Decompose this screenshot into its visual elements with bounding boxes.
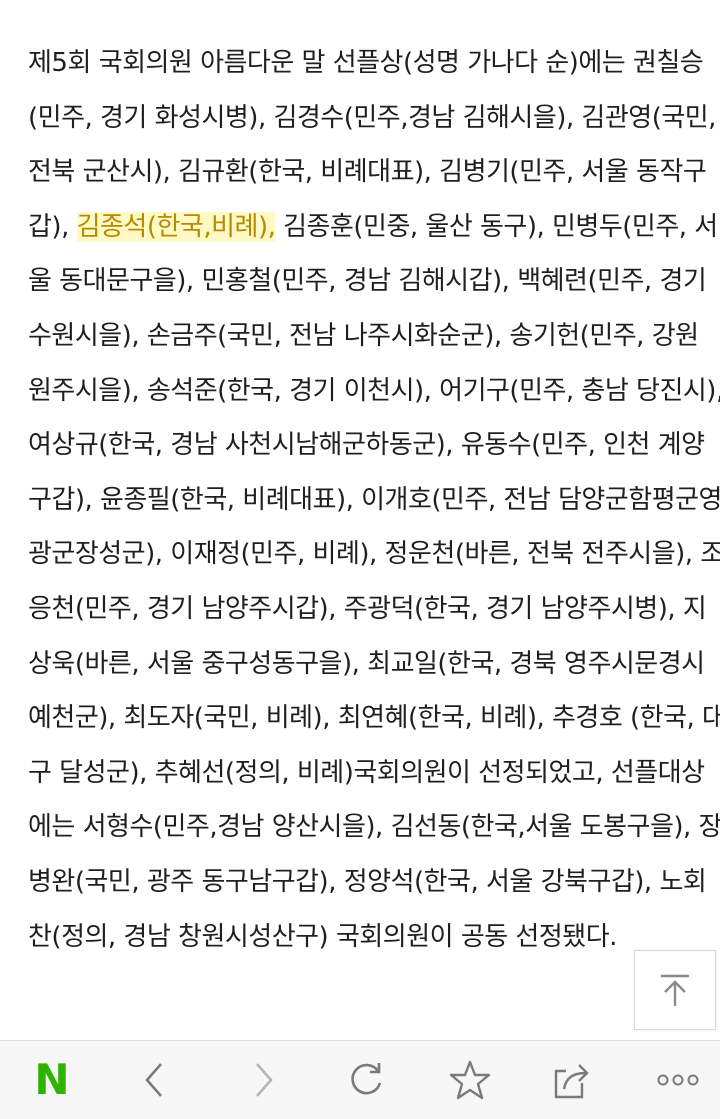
article-line: 찬(정의, 경남 창원시성산구) 국회의원이 공동 선정됐다. <box>28 921 617 952</box>
reload-button[interactable] <box>330 1041 402 1119</box>
share-button[interactable] <box>538 1041 610 1119</box>
article-line: 울 동대문구을), 민홍철(민주, 경남 김해시갑), 백혜련(민주, 경기 <box>28 266 707 297</box>
article-line: 구갑), 윤종필(한국, 비례대표), 이개호(민주, 전남 담양군함평군영 <box>28 484 720 515</box>
naver-home-button[interactable]: N <box>16 1041 88 1119</box>
article-line: 원주시을), 송석준(한국, 경기 이천시), 어기구(민주, 충남 당진시), <box>28 375 720 406</box>
star-icon <box>449 1060 491 1100</box>
share-icon <box>554 1064 589 1099</box>
article-line: 상욱(바른, 서울 중구성동구을), 최교일(한국, 경북 영주시문경시 <box>28 648 705 679</box>
arrow-up-to-top-icon <box>661 974 689 1006</box>
bookmark-button[interactable] <box>434 1041 506 1119</box>
article-line: 에는 서형수(민주,경남 양산시을), 김선동(한국,서울 도봉구을), 장 <box>28 812 720 843</box>
back-button[interactable] <box>118 1041 190 1119</box>
article-line: 병완(국민, 광주 동구남구갑), 정양석(한국, 서울 강북구갑), 노회 <box>28 866 707 897</box>
article-line: 광군장성군), 이재정(민주, 비례), 정운천(바른, 전북 전주시을), 조 <box>28 539 720 570</box>
more-dots-icon <box>657 1074 699 1086</box>
reload-icon <box>351 1063 382 1095</box>
article-line: 응천(민주, 경기 남양주시갑), 주광덕(한국, 경기 남양주시병), 지 <box>28 593 707 624</box>
browser-bottom-toolbar: N <box>0 1040 720 1119</box>
article-text: 제5회 국회의원 아름다운 말 선플상(성명 가나다 순)에는 권칠승 (민주,… <box>28 36 720 964</box>
naver-logo-icon: N <box>34 1055 70 1104</box>
article-line: (민주, 경기 화성시병), 김경수(민주,경남 김해시을), 김관영(국민, <box>28 102 716 133</box>
article-line: 구 달성군), 추혜선(정의, 비례)국회의원이 선정되었고, 선플대상 <box>28 757 705 788</box>
scroll-to-top-button[interactable] <box>634 950 716 1030</box>
chevron-left-icon <box>145 1063 162 1097</box>
article-line: 수원시을), 손금주(국민, 전남 나주시화순군), 송기헌(민주, 강원 <box>28 320 699 351</box>
line-segment: 김종훈(민중, 울산 동구), 민병두(민주, 서 <box>275 211 718 242</box>
article-line: 제5회 국회의원 아름다운 말 선플상(성명 가나다 순)에는 권칠승 <box>28 48 704 78</box>
more-button[interactable] <box>642 1041 714 1119</box>
article-line: 갑), 김종석(한국,비례), 김종훈(민중, 울산 동구), 민병두(민주, … <box>28 200 718 255</box>
line-segment: 갑), <box>28 211 77 242</box>
article-line: 전북 군산시), 김규환(한국, 비례대표), 김병기(민주, 서울 동작구 <box>28 157 707 188</box>
article-line: 여상규(한국, 경남 사천시남해군하동군), 유동수(민주, 인천 계양 <box>28 430 705 461</box>
article-line: 예천군), 최도자(국민, 비례), 최연혜(한국, 비례), 추경호 (한국,… <box>28 703 720 734</box>
chevron-right-icon <box>256 1063 273 1097</box>
highlighted-text: 김종석(한국,비례), <box>76 211 276 242</box>
forward-button[interactable] <box>228 1041 300 1119</box>
